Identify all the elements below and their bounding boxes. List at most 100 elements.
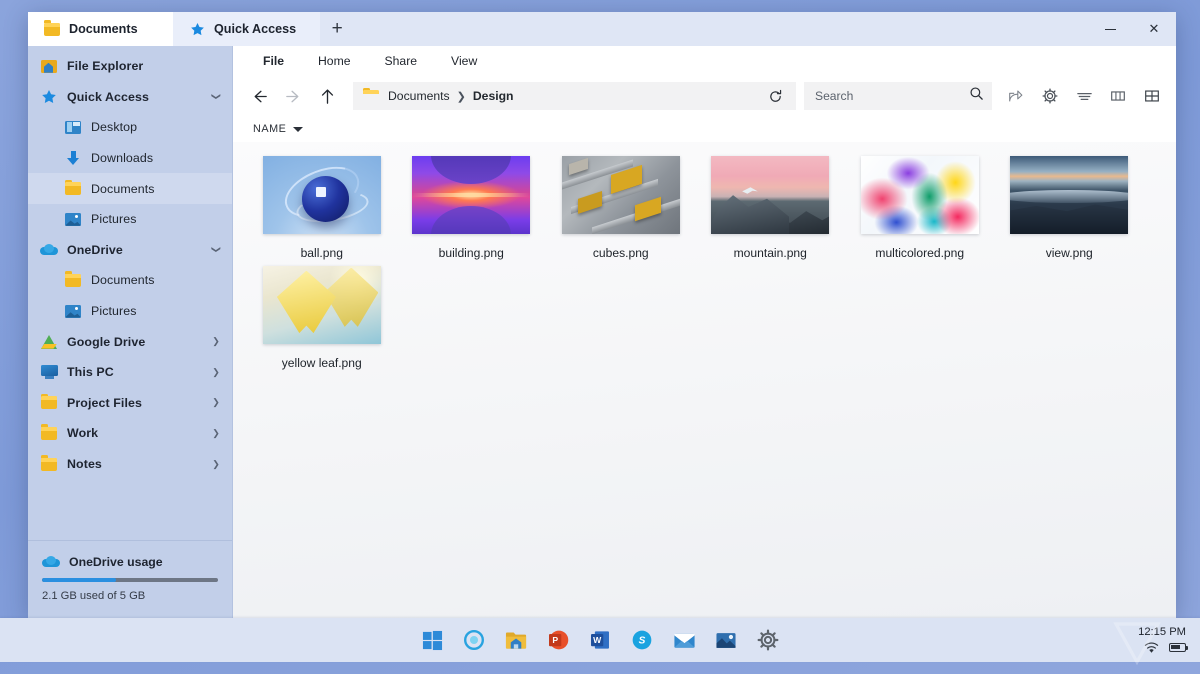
tab-strip-filler <box>354 12 1088 46</box>
search-box[interactable] <box>804 82 992 110</box>
windows-start-icon[interactable] <box>419 627 445 653</box>
sidebar-item-downloads[interactable]: Downloads <box>28 143 232 174</box>
file-item[interactable]: multicolored.png <box>845 150 995 260</box>
sidebar-list[interactable]: File Explorer Quick Access Desktop Downl… <box>28 46 232 540</box>
onedrive-usage-header: OneDrive usage <box>42 555 218 569</box>
file-item[interactable]: building.png <box>397 150 547 260</box>
sidebar-item-desktop[interactable]: Desktop <box>28 112 232 143</box>
picture-icon <box>64 210 82 228</box>
taskbar-icon-group: P W S <box>0 627 1200 653</box>
chevron-right-icon[interactable] <box>208 367 224 378</box>
sidebar-item-google-drive[interactable]: Google Drive <box>28 326 232 357</box>
mail-icon[interactable] <box>671 627 697 653</box>
sort-descending-icon[interactable] <box>293 126 304 132</box>
sidebar-item-onedrive-pictures[interactable]: Pictures <box>28 296 232 327</box>
menu-item-view[interactable]: View <box>437 50 491 72</box>
battery-icon[interactable] <box>1169 642 1189 652</box>
file-thumbnail[interactable] <box>262 266 381 344</box>
new-tab-button[interactable]: + <box>320 12 354 46</box>
forward-arrow-icon[interactable] <box>277 81 309 111</box>
file-item[interactable]: cubes.png <box>546 150 696 260</box>
breadcrumb-item-documents[interactable]: Documents <box>388 89 450 103</box>
wifi-icon[interactable] <box>1144 641 1159 653</box>
grid-view-icon[interactable] <box>1136 81 1168 111</box>
taskbar-clock[interactable]: 12:15 PM <box>1138 626 1186 638</box>
sidebar-item-project-files[interactable]: Project Files <box>28 388 232 419</box>
chevron-down-icon[interactable] <box>208 91 224 102</box>
powerpoint-icon[interactable]: P <box>545 627 571 653</box>
file-name: view.png <box>1045 246 1093 260</box>
sidebar-item-label: Documents <box>91 181 155 196</box>
sidebar-item-label: Desktop <box>91 120 138 135</box>
sidebar-item-file-explorer[interactable]: File Explorer <box>28 51 232 82</box>
file-item[interactable]: view.png <box>995 150 1145 260</box>
tab-quick-access[interactable]: Quick Access <box>173 12 321 46</box>
cubes-image <box>561 156 680 234</box>
breadcrumb-item-design[interactable]: Design <box>473 89 514 103</box>
sidebar-item-label: OneDrive <box>67 242 123 257</box>
taskbar: P W S 12:15 PM <box>0 618 1200 662</box>
main-pane: File Home Share View Documents ❯ Design … <box>233 46 1176 618</box>
cortana-icon[interactable] <box>461 627 487 653</box>
column-header-name[interactable]: NAME <box>253 123 304 135</box>
minimize-button[interactable] <box>1088 12 1132 46</box>
skype-icon[interactable]: S <box>629 627 655 653</box>
sidebar-item-quick-access[interactable]: Quick Access <box>28 82 232 113</box>
file-item[interactable]: mountain.png <box>696 150 846 260</box>
file-item[interactable]: yellow leaf.png <box>247 260 397 370</box>
refresh-icon[interactable] <box>760 82 790 110</box>
file-thumbnail[interactable] <box>1010 156 1129 234</box>
file-explorer-icon[interactable] <box>503 627 529 653</box>
chevron-right-icon[interactable] <box>208 428 224 439</box>
file-thumbnail[interactable] <box>860 156 979 234</box>
settings-gear-icon[interactable] <box>755 627 781 653</box>
sidebar-item-label: Documents <box>91 273 155 288</box>
word-icon[interactable]: W <box>587 627 613 653</box>
sidebar-item-documents[interactable]: Documents <box>28 173 232 204</box>
tray-icon-group <box>1144 641 1189 653</box>
search-icon[interactable] <box>969 86 984 106</box>
file-thumbnail[interactable] <box>561 156 680 234</box>
column-header: NAME <box>233 116 1176 142</box>
cloud-icon <box>42 555 60 569</box>
file-list-area[interactable]: ball.png building.png cubes.png mountain… <box>233 142 1176 618</box>
sidebar-item-notes[interactable]: Notes <box>28 449 232 480</box>
chevron-right-icon[interactable] <box>208 397 224 408</box>
file-thumbnail[interactable] <box>412 156 531 234</box>
google-drive-icon <box>40 333 58 351</box>
back-arrow-icon[interactable] <box>243 81 275 111</box>
columns-view-icon[interactable] <box>1102 81 1134 111</box>
up-arrow-icon[interactable] <box>311 81 343 111</box>
file-thumbnail[interactable] <box>711 156 830 234</box>
chevron-down-icon[interactable] <box>208 244 224 255</box>
onedrive-usage-detail: 2.1 GB used of 5 GB <box>42 590 146 602</box>
file-thumbnail[interactable] <box>262 156 381 234</box>
file-item[interactable]: ball.png <box>247 150 397 260</box>
picture-icon <box>64 302 82 320</box>
photos-icon[interactable] <box>713 627 739 653</box>
chevron-right-icon[interactable] <box>208 459 224 470</box>
close-button[interactable] <box>1132 12 1176 46</box>
chevron-right-icon[interactable] <box>208 336 224 347</box>
tab-label: Documents <box>69 22 138 36</box>
gear-icon[interactable] <box>1034 81 1066 111</box>
sidebar-item-label: Notes <box>67 457 102 472</box>
onedrive-usage-title: OneDrive usage <box>69 555 163 569</box>
menu-item-home[interactable]: Home <box>304 50 365 72</box>
breadcrumb-bar[interactable]: Documents ❯ Design <box>353 82 796 110</box>
sidebar-item-this-pc[interactable]: This PC <box>28 357 232 388</box>
sidebar-item-onedrive[interactable]: OneDrive <box>28 235 232 266</box>
file-explorer-icon <box>40 57 58 75</box>
menu-item-share[interactable]: Share <box>371 50 432 72</box>
sidebar-item-pictures[interactable]: Pictures <box>28 204 232 235</box>
sort-lines-icon[interactable] <box>1068 81 1100 111</box>
tab-documents[interactable]: Documents <box>28 12 173 46</box>
multicolored-image <box>860 156 979 234</box>
sidebar-item-label: Work <box>67 426 99 441</box>
share-icon[interactable] <box>1000 81 1032 111</box>
sidebar-item-onedrive-documents[interactable]: Documents <box>28 265 232 296</box>
sidebar-item-work[interactable]: Work <box>28 418 232 449</box>
menu-item-file[interactable]: File <box>249 50 298 72</box>
file-explorer-window: Documents Quick Access + File Explorer <box>28 12 1176 618</box>
search-input[interactable] <box>815 89 963 103</box>
